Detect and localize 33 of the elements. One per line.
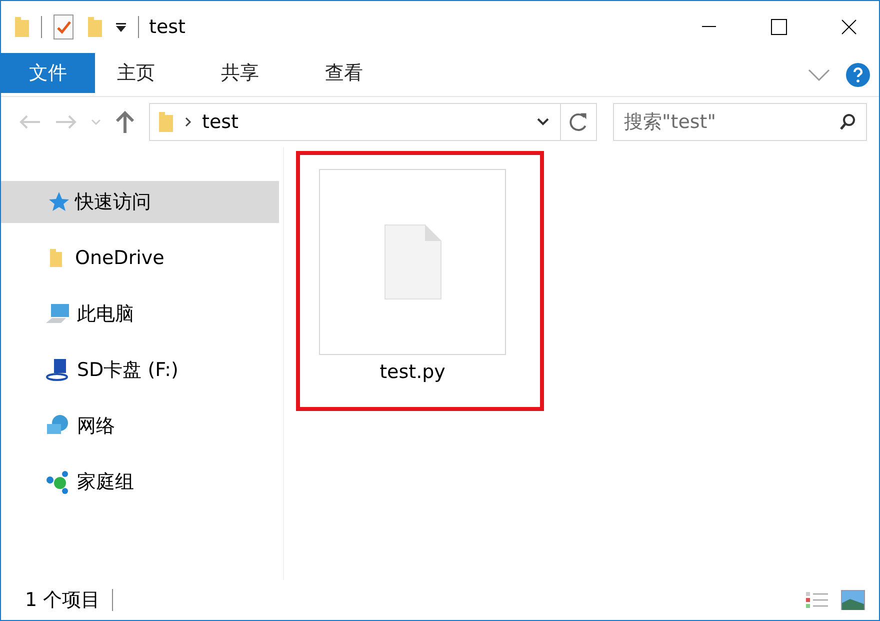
ribbon-tab[interactable]: 主页 <box>95 53 177 93</box>
chevron-right-icon <box>184 116 192 128</box>
help-icon[interactable] <box>845 62 871 88</box>
sidebar-item[interactable]: 快速访问 <box>1 181 279 223</box>
properties-icon[interactable] <box>52 14 76 40</box>
minimize-icon[interactable] <box>702 26 716 28</box>
file-tile[interactable] <box>319 169 506 355</box>
homegroup-icon <box>45 470 71 494</box>
usb-drive-icon <box>45 358 71 382</box>
maximize-icon[interactable] <box>771 19 787 35</box>
sidebar-item[interactable]: 家庭组 <box>1 461 279 503</box>
sidebar-item[interactable]: OneDrive <box>1 237 279 279</box>
window-title: test <box>149 16 186 38</box>
search-field[interactable]: 搜索"test" <box>613 103 867 141</box>
sidebar-item[interactable]: 此电脑 <box>1 293 279 335</box>
sidebar-item[interactable]: SD卡盘 (F:) <box>1 349 279 391</box>
close-icon[interactable] <box>841 19 857 35</box>
search-icon[interactable] <box>839 113 857 131</box>
file-icon <box>384 224 442 300</box>
ribbon-tab[interactable]: 共享 <box>199 53 281 93</box>
item-count: 1 个项目 <box>25 588 100 613</box>
details-view-icon[interactable] <box>805 590 829 610</box>
address-path: test <box>202 111 240 133</box>
ribbon-tab[interactable]: 文件 <box>1 53 95 93</box>
ribbon-tab[interactable]: 查看 <box>303 53 385 93</box>
file-name: test.py <box>378 361 446 383</box>
computer-icon <box>45 302 71 326</box>
folder-icon <box>158 110 174 134</box>
large-icons-view-icon[interactable] <box>841 590 865 610</box>
sidebar-item[interactable]: 网络 <box>1 405 279 447</box>
dropdown-icon[interactable] <box>114 21 128 33</box>
chevron-down-icon[interactable] <box>536 117 550 127</box>
address-bar[interactable]: test <box>149 103 597 141</box>
